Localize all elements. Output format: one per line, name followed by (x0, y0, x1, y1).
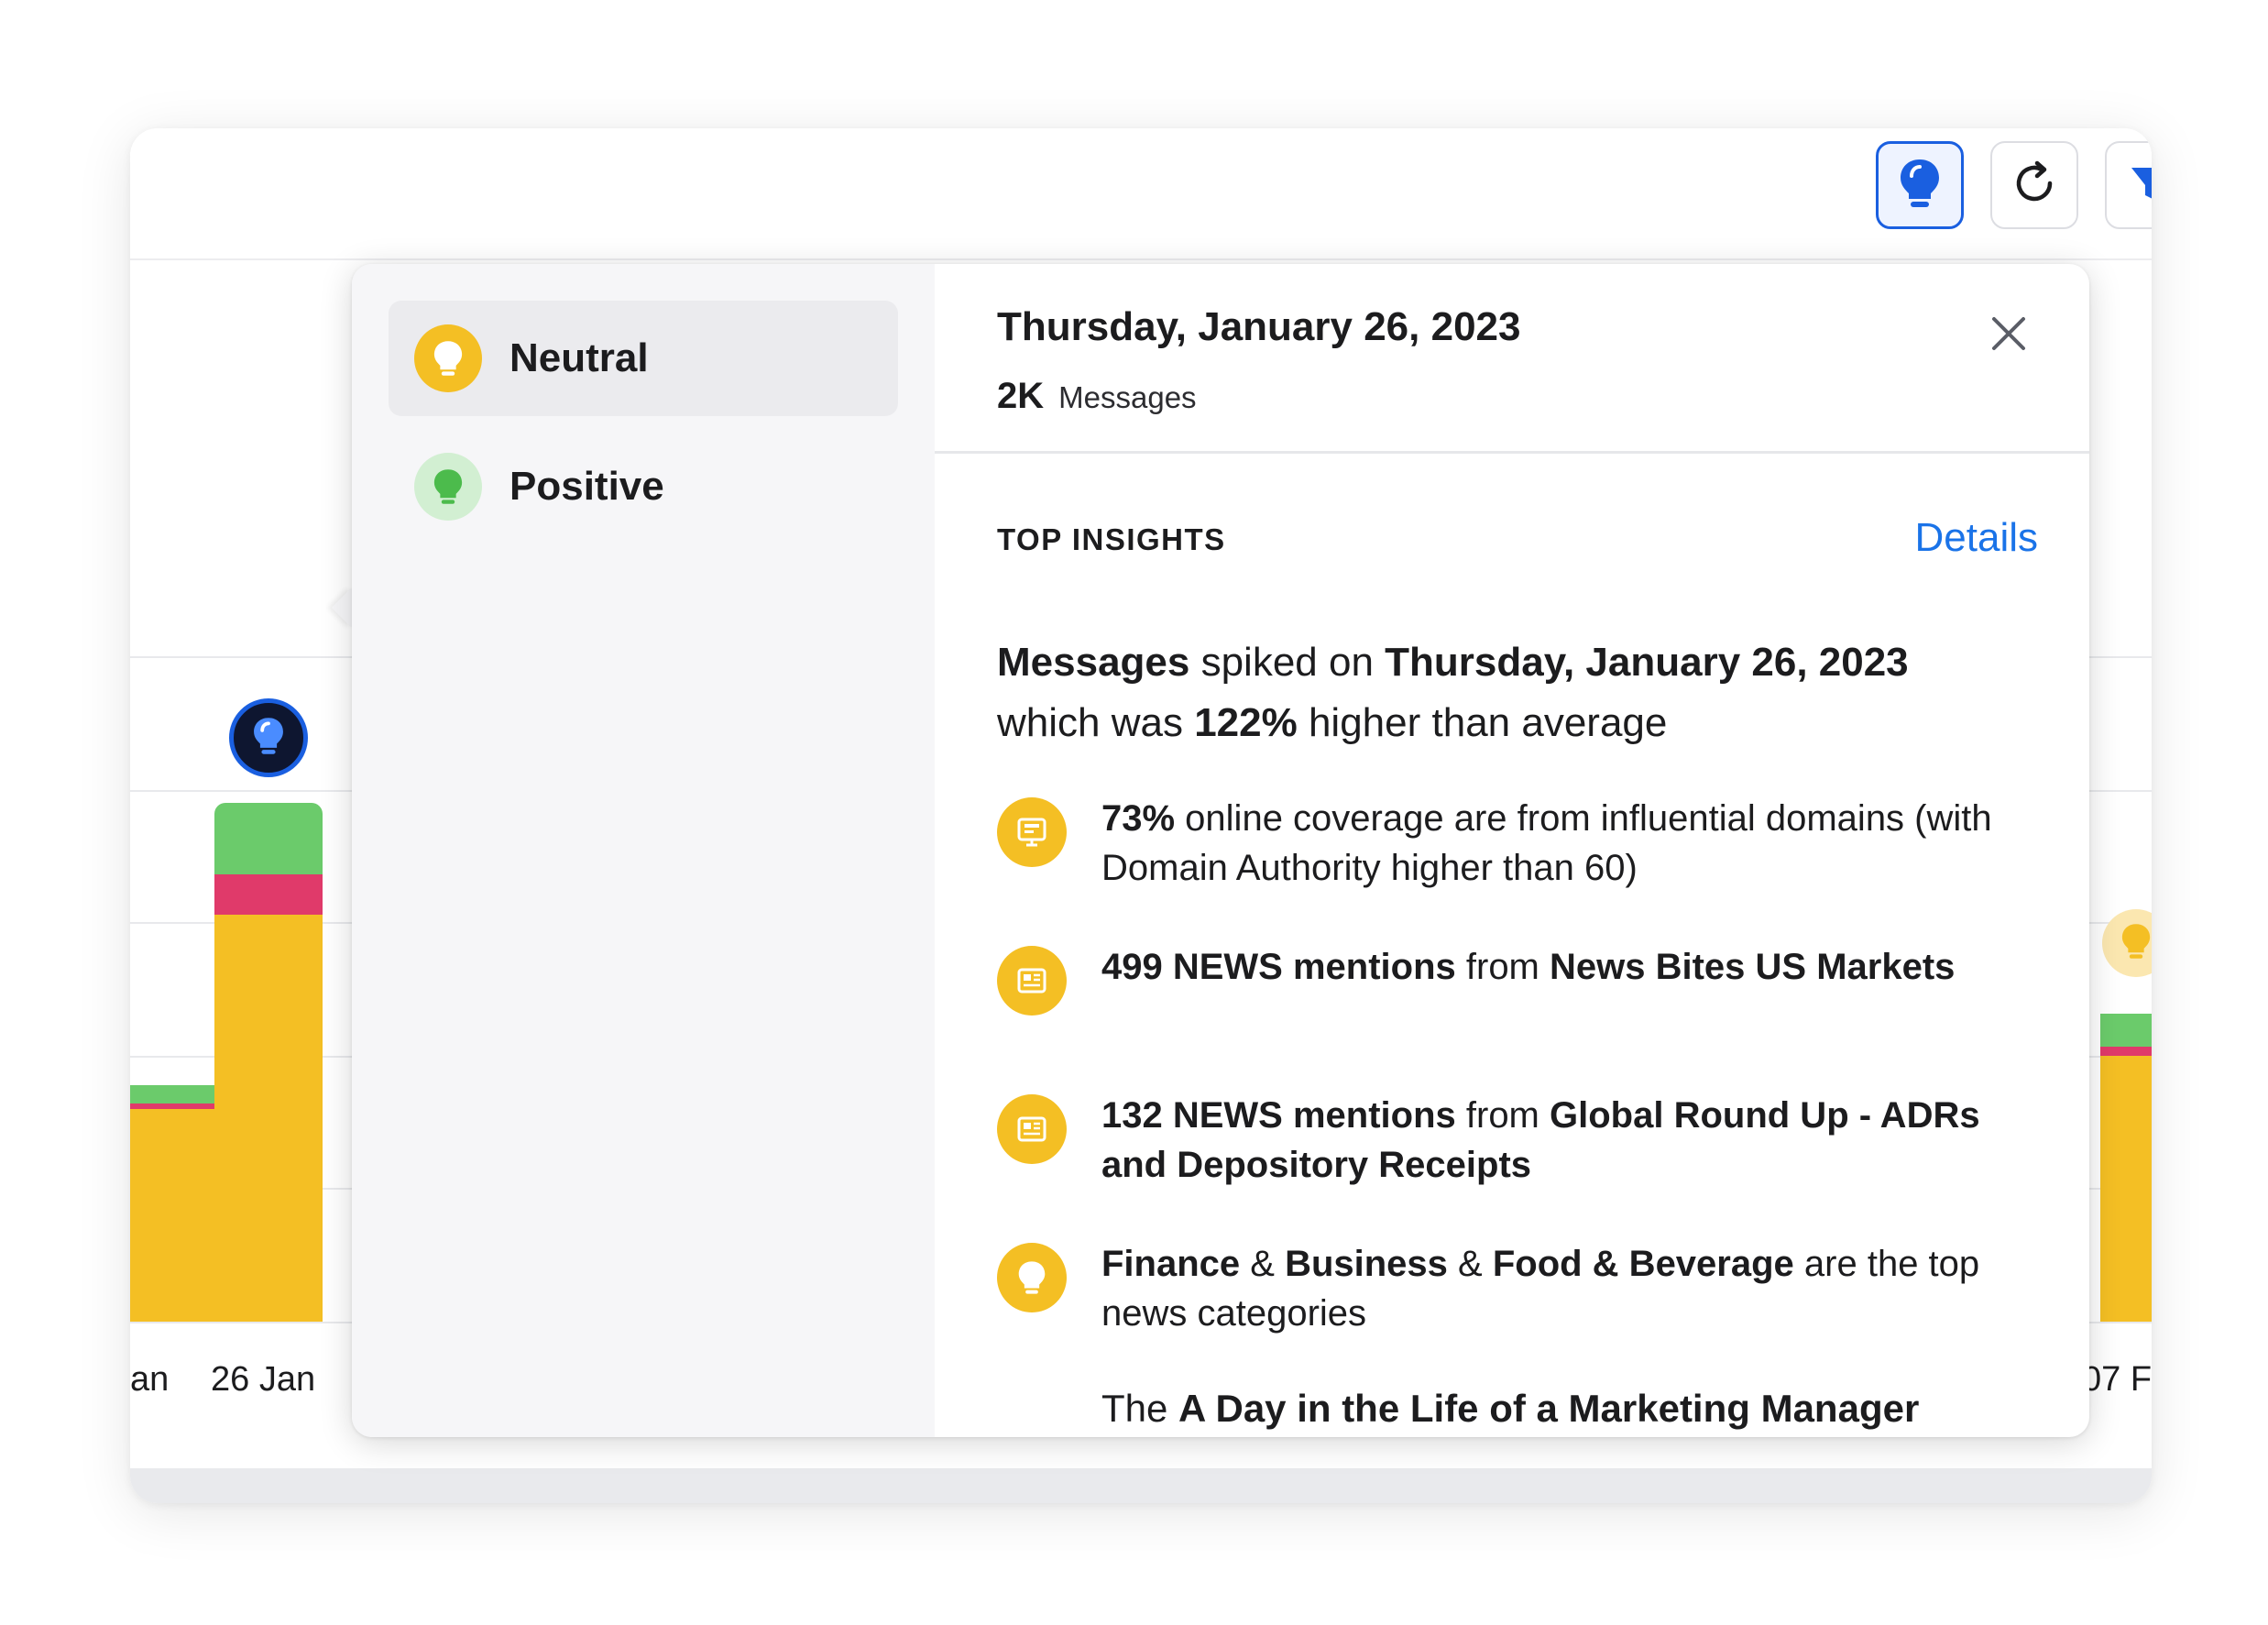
summary-text: spiked on (1189, 640, 1386, 685)
sidebar-item-neutral[interactable]: Neutral (389, 301, 898, 416)
insights-popover: Neutral Positive Thursday, January 26, 2… (352, 264, 2089, 1437)
insights-toggle-button[interactable] (1876, 141, 1964, 229)
sidebar-item-label: Neutral (509, 335, 649, 380)
filter-icon (2126, 160, 2152, 211)
chart-bar[interactable] (2100, 1014, 2152, 1322)
summary-metric: Messages (997, 640, 1190, 685)
close-icon (1990, 315, 2027, 357)
lightbulb-icon (414, 324, 482, 392)
insight-body: & (1447, 1244, 1493, 1284)
insight-item: 73% online coverage are from influential… (997, 794, 2032, 893)
message-count-value: 2K (997, 376, 1045, 416)
lightbulb-icon (1897, 157, 1943, 214)
chart-bar-26-jan[interactable] (214, 803, 323, 1322)
insight-body: from (1455, 1095, 1550, 1136)
message-count-unit: Messages (1058, 380, 1197, 414)
insight-body: The (1101, 1387, 1179, 1430)
sidebar-item-label: Positive (509, 464, 664, 509)
insight-highlight: Food & Beverage (1492, 1244, 1794, 1284)
insight-text: 132 NEWS mentions from Global Round Up -… (1101, 1091, 2032, 1190)
refresh-icon (2010, 159, 2059, 213)
insight-header: Thursday, January 26, 2023 2K Messages (935, 264, 2089, 454)
newspaper-icon (997, 1094, 1067, 1164)
insight-body: from (1455, 947, 1550, 987)
bar-segment-neutral (214, 915, 323, 1322)
insight-summary: Messages spiked on Thursday, January 26,… (997, 632, 2051, 753)
bar-segment-negative (214, 874, 323, 915)
section-title: TOP INSIGHTS (997, 522, 1226, 556)
x-axis-label: an (130, 1360, 170, 1399)
bar-segment-negative (2100, 1047, 2152, 1056)
bar-segment-neutral (2100, 1056, 2152, 1322)
insight-text: The A Day in the Life of a Marketing Man… (1101, 1384, 1919, 1433)
summary-text: higher than average (1297, 700, 1668, 745)
refresh-button[interactable] (1990, 141, 2078, 229)
online-coverage-icon (997, 797, 1067, 867)
bar-segment-positive (2100, 1014, 2152, 1047)
insight-content: Thursday, January 26, 2023 2K Messages T… (935, 264, 2089, 1437)
insight-text: 499 NEWS mentions from News Bites US Mar… (1101, 942, 1955, 992)
x-axis-label: 26 Jan (211, 1360, 316, 1399)
insight-highlight: Finance (1101, 1244, 1241, 1284)
message-count: 2K Messages (997, 376, 1197, 417)
insight-text: 73% online coverage are from influential… (1101, 794, 2032, 893)
newspaper-icon (997, 946, 1067, 1016)
insight-highlight: 132 NEWS mentions (1101, 1095, 1456, 1136)
lightbulb-icon (251, 716, 286, 761)
insight-highlight: Business (1285, 1244, 1448, 1284)
sidebar-item-positive[interactable]: Positive (389, 429, 898, 544)
x-axis-label: 07 F (2082, 1360, 2152, 1399)
filter-button[interactable] (2105, 141, 2152, 229)
insight-source: News Bites US Markets (1550, 947, 1956, 987)
insight-highlight: 73% (1101, 798, 1176, 839)
insight-marker[interactable] (2102, 909, 2152, 977)
insight-text: Finance & Business & Food & Beverage are… (1101, 1239, 2032, 1338)
insight-marker-selected[interactable] (229, 698, 308, 777)
summary-date: Thursday, January 26, 2023 (1385, 640, 1909, 685)
lightbulb-icon (997, 1243, 1067, 1312)
insight-highlight: A Day in the Life of a Marketing Manager (1178, 1387, 1920, 1430)
lightbulb-icon (414, 453, 482, 521)
summary-percentage: 122% (1194, 700, 1298, 745)
insight-item: 132 NEWS mentions from Global Round Up -… (997, 1091, 2032, 1190)
insight-body: & (1240, 1244, 1286, 1284)
close-button[interactable] (1983, 310, 2034, 361)
insight-date: Thursday, January 26, 2023 (997, 304, 1521, 349)
summary-text: which was (997, 700, 1195, 745)
insight-body: online coverage are from influential dom… (1101, 798, 1992, 888)
insight-highlight: 499 NEWS mentions (1101, 947, 1456, 987)
insight-item: Finance & Business & Food & Beverage are… (997, 1239, 2032, 1338)
sentiment-sidebar: Neutral Positive (352, 264, 935, 1437)
widget-toolbar (130, 128, 2152, 260)
insight-item-partial: The A Day in the Life of a Marketing Man… (1101, 1384, 2089, 1433)
horizontal-scrollbar[interactable] (130, 1468, 2152, 1503)
insight-item: 499 NEWS mentions from News Bites US Mar… (997, 942, 2032, 1016)
bar-segment-positive (214, 803, 323, 874)
lightbulb-icon (2120, 922, 2152, 965)
details-link[interactable]: Details (1915, 515, 2039, 561)
